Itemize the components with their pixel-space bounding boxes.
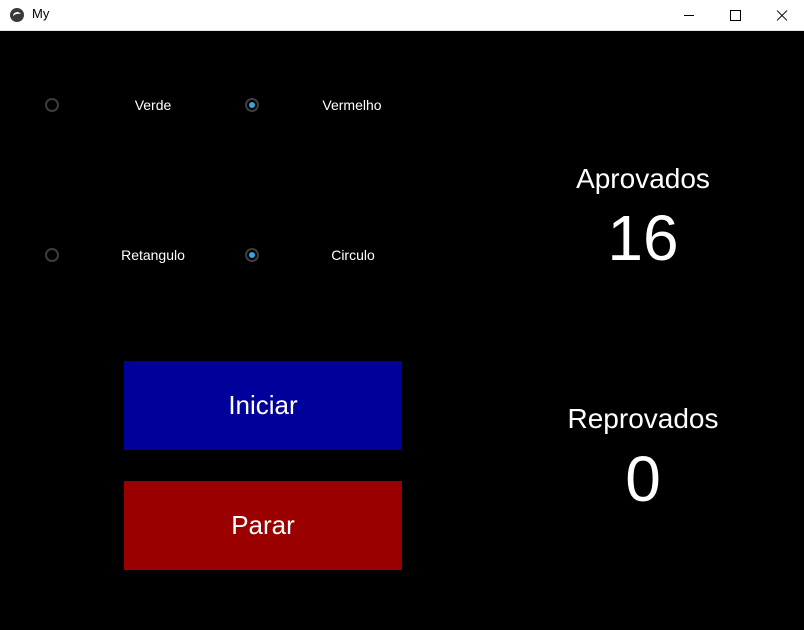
radio-label-circulo: Circulo: [331, 247, 375, 263]
radio-retangulo[interactable]: [45, 248, 59, 262]
app-icon: [10, 8, 24, 22]
radio-label-verde: Verde: [134, 97, 172, 113]
rejected-label: Reprovados: [567, 403, 719, 434]
close-icon[interactable]: [758, 0, 804, 31]
maximize-icon[interactable]: [712, 0, 758, 31]
radio-circulo[interactable]: [245, 248, 259, 262]
radio-verde[interactable]: [45, 98, 59, 112]
radio-label-retangulo: Retangulo: [121, 247, 185, 263]
approved-count: 16: [607, 202, 679, 274]
minimize-icon[interactable]: [666, 0, 712, 31]
approved-label: Aprovados: [576, 163, 710, 194]
app-window: My Verde Vermelho Retangulo Circulo Inic…: [0, 0, 804, 630]
window-title: My: [32, 6, 50, 21]
start-button[interactable]: Iniciar: [124, 361, 402, 450]
stop-button[interactable]: Parar: [124, 481, 402, 570]
rejected-count: 0: [625, 443, 661, 515]
radio-label-vermelho: Vermelho: [322, 97, 382, 113]
title-bar: My: [0, 0, 804, 31]
radio-vermelho[interactable]: [245, 98, 259, 112]
